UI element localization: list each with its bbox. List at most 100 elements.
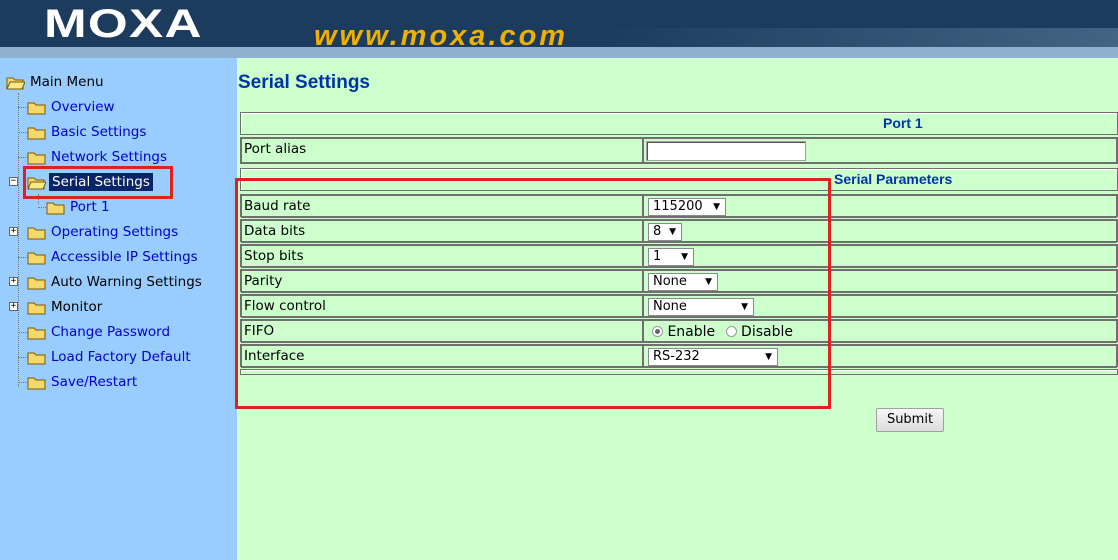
parity-select[interactable]: None ▼ — [648, 273, 718, 291]
sidebar-item-label: Port 1 — [70, 199, 110, 215]
flow-control-cell: None ▼ — [643, 295, 1117, 318]
baud-rate-value: 115200 — [653, 199, 703, 214]
interface-cell: RS-232 ▼ — [643, 345, 1117, 368]
folder-icon — [46, 202, 65, 214]
port-alias-input[interactable] — [646, 141, 806, 161]
folder-icon — [27, 302, 46, 314]
fifo-enable-radio[interactable] — [652, 326, 663, 337]
dropdown-arrow-icon: ▼ — [705, 277, 712, 287]
sidebar-item-load-factory-default[interactable]: Load Factory Default — [27, 347, 191, 367]
sidebar-item-label: Serial Settings — [49, 173, 153, 191]
page-title: Serial Settings — [238, 72, 370, 93]
open-folder-icon — [27, 177, 46, 189]
expand-plus-icon[interactable]: + — [9, 277, 18, 286]
fifo-label: FIFO — [241, 320, 643, 343]
dropdown-arrow-icon: ▼ — [741, 302, 748, 312]
header-banner: MOXA www.moxa.com — [0, 0, 1118, 58]
stop-bits-cell: 1 ▼ — [643, 245, 1117, 268]
flow-control-value: None — [653, 299, 687, 314]
sidebar-item-serial-settings[interactable]: Serial Settings — [27, 172, 153, 192]
data-bits-cell: 8 ▼ — [643, 220, 1117, 243]
port-alias-row: Port alias — [240, 137, 1118, 164]
sidebar-item-label: Accessible IP Settings — [51, 249, 198, 265]
interface-select[interactable]: RS-232 ▼ — [648, 348, 778, 366]
sidebar-item-accessible-ip-settings[interactable]: Accessible IP Settings — [27, 247, 198, 267]
sidebar-item-port-1[interactable]: Port 1 — [46, 197, 110, 217]
sidebar-item-label: Network Settings — [51, 149, 168, 165]
fifo-enable-label[interactable]: Enable — [667, 324, 715, 340]
dropdown-arrow-icon: ▼ — [669, 227, 676, 237]
dropdown-arrow-icon: ▼ — [713, 202, 720, 212]
fifo-radio-group: Enable Disable — [652, 324, 793, 340]
port-alias-label: Port alias — [241, 138, 643, 163]
submit-button[interactable]: Submit — [876, 408, 944, 432]
port-alias-cell — [643, 138, 1117, 163]
parity-cell: None ▼ — [643, 270, 1117, 293]
baud-rate-cell: 115200 ▼ — [643, 195, 1117, 218]
data-bits-label: Data bits — [241, 220, 643, 243]
stop-bits-label: Stop bits — [241, 245, 643, 268]
port-header: Port 1 — [883, 115, 923, 131]
open-folder-icon — [6, 77, 25, 89]
sidebar-item-save-restart[interactable]: Save/Restart — [27, 372, 137, 392]
fifo-disable-radio[interactable] — [725, 326, 737, 337]
tree-line — [38, 194, 39, 204]
folder-icon — [27, 352, 46, 364]
folder-icon — [27, 252, 46, 264]
folder-icon — [27, 102, 46, 114]
parity-value: None — [653, 274, 687, 289]
parity-row: Parity None ▼ — [240, 269, 1118, 293]
sidebar-item-change-password[interactable]: Change Password — [27, 322, 170, 342]
sidebar-item-label: Save/Restart — [51, 374, 138, 390]
tree-line — [18, 93, 19, 387]
baud-rate-row: Baud rate 115200 ▼ — [240, 194, 1118, 218]
fifo-row: FIFO Enable Disable — [240, 319, 1118, 343]
sidebar-item-operating-settings[interactable]: Operating Settings — [27, 222, 178, 242]
stop-bits-value: 1 — [653, 249, 662, 264]
sidebar-item-label: Auto Warning Settings — [51, 274, 202, 290]
folder-icon — [27, 377, 46, 389]
folder-icon — [27, 127, 46, 139]
data-bits-select[interactable]: 8 ▼ — [648, 223, 682, 241]
fifo-cell: Enable Disable — [643, 320, 1117, 343]
stop-bits-select[interactable]: 1 ▼ — [648, 248, 694, 266]
folder-icon — [27, 227, 46, 239]
folder-icon — [27, 152, 46, 164]
sidebar-menu: − + + + Main Menu Overview Basic Setting… — [0, 58, 237, 560]
dropdown-arrow-icon: ▼ — [681, 252, 688, 262]
moxa-logo: MOXA — [44, 2, 203, 46]
website-url: www.moxa.com — [314, 20, 569, 52]
sidebar-item-main-menu[interactable]: Main Menu — [6, 72, 104, 92]
serial-params-header: Serial Parameters — [834, 171, 953, 187]
flow-control-row: Flow control None ▼ — [240, 294, 1118, 318]
dropdown-arrow-icon: ▼ — [765, 352, 772, 362]
serial-params-header-row: Serial Parameters — [240, 168, 1118, 191]
folder-icon — [27, 327, 46, 339]
sidebar-item-label: Change Password — [51, 324, 171, 340]
sidebar-item-monitor[interactable]: Monitor — [27, 297, 102, 317]
sidebar-item-basic-settings[interactable]: Basic Settings — [27, 122, 146, 142]
flow-control-select[interactable]: None ▼ — [648, 298, 754, 316]
sidebar-item-overview[interactable]: Overview — [27, 97, 115, 117]
sidebar-item-label: Load Factory Default — [51, 349, 191, 365]
expand-plus-icon[interactable]: + — [9, 302, 18, 311]
table-footer-row — [240, 369, 1118, 375]
flow-control-label: Flow control — [241, 295, 643, 318]
collapse-minus-icon[interactable]: − — [9, 177, 18, 186]
sidebar-item-label: Operating Settings — [51, 224, 179, 240]
sidebar-item-network-settings[interactable]: Network Settings — [27, 147, 167, 167]
fifo-disable-label[interactable]: Disable — [741, 324, 793, 340]
expand-plus-icon[interactable]: + — [9, 227, 18, 236]
sidebar-item-label: Basic Settings — [51, 124, 147, 140]
main-content: Serial Settings Port 1 Port alias Serial… — [237, 58, 1118, 560]
sidebar-item-label: Main Menu — [30, 74, 104, 90]
interface-value: RS-232 — [653, 349, 700, 364]
data-bits-row: Data bits 8 ▼ — [240, 219, 1118, 243]
baud-rate-select[interactable]: 115200 ▼ — [648, 198, 726, 216]
baud-rate-label: Baud rate — [241, 195, 643, 218]
port-header-row: Port 1 — [240, 112, 1118, 135]
stop-bits-row: Stop bits 1 ▼ — [240, 244, 1118, 268]
sidebar-item-auto-warning-settings[interactable]: Auto Warning Settings — [27, 272, 202, 292]
header-swoosh — [600, 28, 1118, 48]
folder-icon — [27, 277, 46, 289]
